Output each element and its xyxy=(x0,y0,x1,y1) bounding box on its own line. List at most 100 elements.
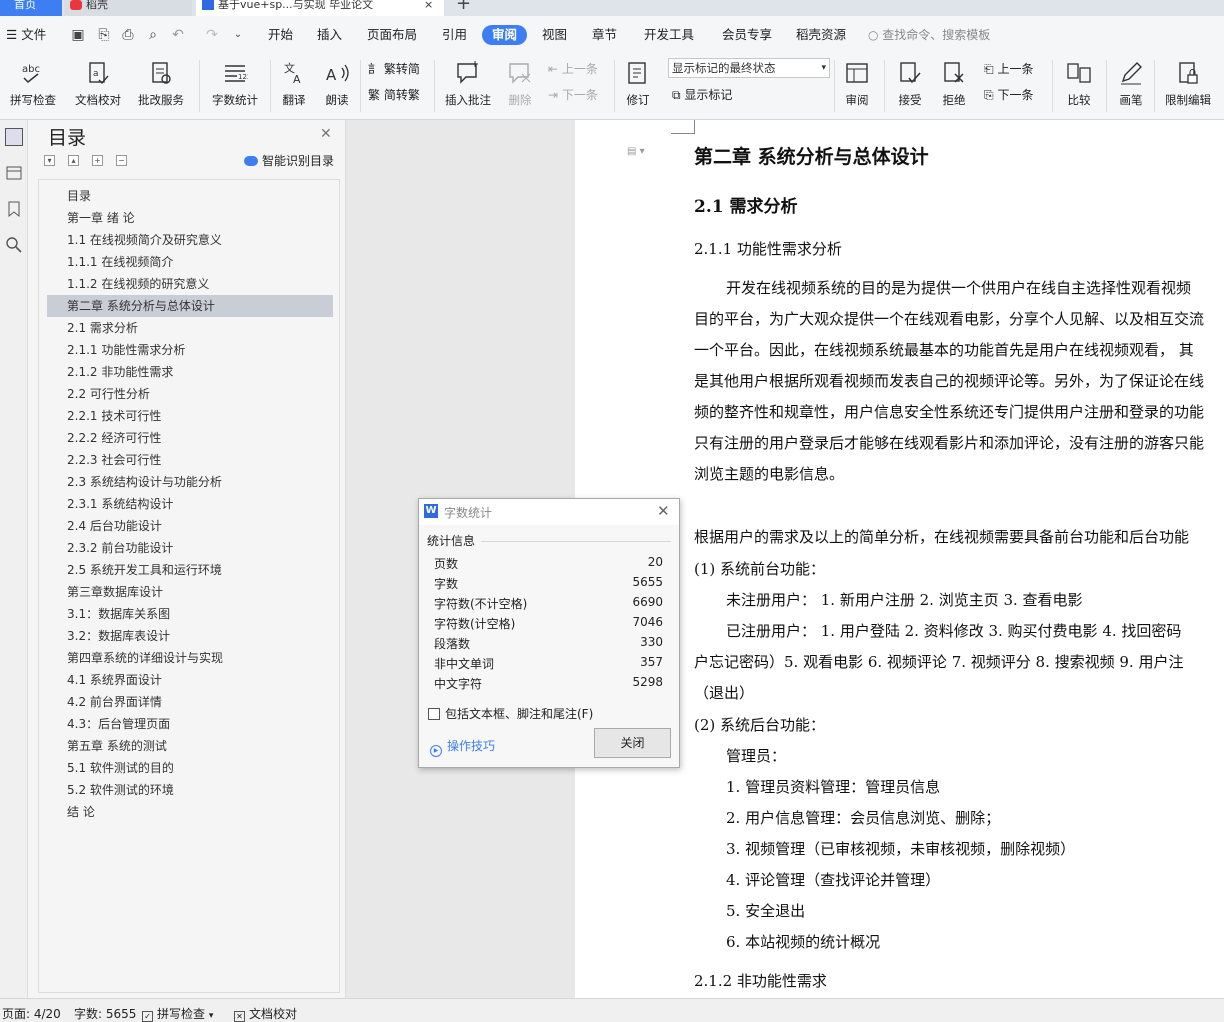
redo-icon[interactable]: ↷ xyxy=(204,27,220,43)
show-markup-button[interactable]: ⧉ 显示标记 xyxy=(672,86,732,104)
trad-to-simp-button[interactable]: 訁 繁转简 xyxy=(368,60,420,78)
toc-item[interactable]: 2.3.1 系统结构设计 xyxy=(47,493,333,515)
toc-item[interactable]: 2.3.2 前台功能设计 xyxy=(47,537,333,559)
close-icon[interactable]: ✕ xyxy=(320,126,332,142)
toc-item[interactable]: 2.4 后台功能设计 xyxy=(47,515,333,537)
review-pane-button[interactable]: 审阅 xyxy=(838,60,876,108)
menu-chapter[interactable]: 章节 xyxy=(592,25,617,45)
smart-toc-button[interactable]: 智能识别目录 xyxy=(244,152,334,169)
chapter-nav-icon[interactable] xyxy=(5,164,23,182)
chapter-heading: 第二章 系统分析与总体设计 xyxy=(694,142,929,169)
file-menu[interactable]: ☰ 文件 xyxy=(6,25,46,45)
tips-link[interactable]: ▶操作技巧 xyxy=(430,737,495,757)
toc-item[interactable]: 5.2 软件测试的环境 xyxy=(47,779,333,801)
collapse-all-icon[interactable]: ▾ xyxy=(44,155,55,166)
toc-item[interactable]: 第五章 系统的测试 xyxy=(47,735,333,757)
toc-item[interactable]: 3.1：数据库关系图 xyxy=(47,603,333,625)
toc-item[interactable]: 1.1.1 在线视频简介 xyxy=(47,251,333,273)
print-icon[interactable]: ⎙ xyxy=(120,27,136,43)
revise-button[interactable]: 修订 xyxy=(620,60,656,108)
menu-references[interactable]: 引用 xyxy=(442,25,467,45)
toc-panel-icon[interactable] xyxy=(5,128,23,146)
menu-daoke-resources[interactable]: 稻壳资源 xyxy=(796,25,846,45)
toc-item[interactable]: 3.2：数据库表设计 xyxy=(47,625,333,647)
toc-item[interactable]: 结 论 xyxy=(47,801,333,823)
toc-item[interactable]: 4.3：后台管理页面 xyxy=(47,713,333,735)
markup-mode-select[interactable]: 显示标记的最终状态▾ xyxy=(668,58,830,78)
simp-to-trad-button[interactable]: 繁 简转繁 xyxy=(368,86,420,104)
toc-item[interactable]: 第二章 系统分析与总体设计 xyxy=(47,295,333,317)
next-comment-button[interactable]: ⇥ 下一条 xyxy=(548,86,598,104)
paragraph-handle-icon[interactable]: ▤ ▾ xyxy=(627,146,649,160)
print-preview-icon[interactable]: ⌕ xyxy=(145,27,161,43)
toc-item[interactable]: 4.1 系统界面设计 xyxy=(47,669,333,691)
toc-item[interactable]: 2.2.2 经济可行性 xyxy=(47,427,333,449)
menu-insert[interactable]: 插入 xyxy=(317,25,342,45)
accept-button[interactable]: 接受 xyxy=(892,60,928,108)
read-aloud-button[interactable]: A 朗读 xyxy=(320,60,354,108)
toc-item[interactable]: 2.5 系统开发工具和运行环境 xyxy=(47,559,333,581)
include-notes-checkbox[interactable]: 包括文本框、脚注和尾注(F) xyxy=(428,705,593,722)
stat-value: 330 xyxy=(640,635,663,649)
new-tab-button[interactable]: + xyxy=(450,0,474,16)
tab-close-icon[interactable]: × xyxy=(424,0,433,10)
toc-item[interactable]: 2.2.3 社会可行性 xyxy=(47,449,333,471)
pen-button[interactable]: 画笔 xyxy=(1114,60,1148,108)
tab-daoke[interactable]: 稻壳 xyxy=(64,0,192,16)
doc-proof-button[interactable]: a 文档校对 xyxy=(70,60,126,108)
quick-access-more-icon[interactable]: ⌄ xyxy=(230,27,246,43)
prev-comment-button[interactable]: ⇤ 上一条 xyxy=(548,60,598,78)
toc-item[interactable]: 4.2 前台界面详情 xyxy=(47,691,333,713)
close-button[interactable]: 关闭 xyxy=(594,728,671,758)
compare-button[interactable]: 比较 xyxy=(1060,60,1098,108)
command-search[interactable]: ○ 查找命令、搜索模板 xyxy=(868,25,1028,45)
toc-item[interactable]: 第一章 绪 论 xyxy=(47,207,333,229)
menu-review[interactable]: 审阅 xyxy=(482,25,527,45)
spell-check-status[interactable]: ✓拼写检查 ▾ xyxy=(142,1005,213,1022)
menu-page-layout[interactable]: 页面布局 xyxy=(367,25,417,45)
registered-user-line: 已注册用户： 1. 用户登陆 2. 资料修改 3. 购买付费电影 4. 找回密码 xyxy=(726,620,1181,641)
add-heading-icon[interactable]: + xyxy=(92,155,103,166)
next-change-button[interactable]: ⎘ 下一条 xyxy=(984,86,1033,104)
word-count-button[interactable]: 123 字数统计 xyxy=(208,60,262,108)
menu-view[interactable]: 视图 xyxy=(542,25,567,45)
spell-check-button[interactable]: abc 拼写检查 xyxy=(4,60,62,108)
toc-item[interactable]: 5.1 软件测试的目的 xyxy=(47,757,333,779)
insert-comment-button[interactable]: 插入批注 xyxy=(442,60,494,108)
toc-item[interactable]: 2.1.1 功能性需求分析 xyxy=(47,339,333,361)
toc-item[interactable]: 第三章数据库设计 xyxy=(47,581,333,603)
translate-button[interactable]: 文A 翻译 xyxy=(276,60,312,108)
close-icon[interactable]: ✕ xyxy=(657,502,670,520)
toc-item[interactable]: 1.1.2 在线视频的研究意义 xyxy=(47,273,333,295)
lock-icon xyxy=(1175,60,1201,86)
writer-doc-icon xyxy=(202,0,214,10)
batch-service-button[interactable]: 批改服务 xyxy=(132,60,190,108)
toc-item[interactable]: 2.3 系统结构设计与功能分析 xyxy=(47,471,333,493)
find-icon[interactable] xyxy=(5,236,23,254)
word-count-indicator[interactable]: 字数: 5655 xyxy=(74,1005,136,1022)
tab-document[interactable]: 基于vue+sp...与实现 毕业论文× xyxy=(196,0,444,16)
toc-item[interactable]: 2.2.1 技术可行性 xyxy=(47,405,333,427)
bookmark-icon[interactable] xyxy=(5,200,23,218)
menu-member[interactable]: 会员专享 xyxy=(722,25,772,45)
reject-button[interactable]: 拒绝 xyxy=(936,60,972,108)
toc-item[interactable]: 2.1.2 非功能性需求 xyxy=(47,361,333,383)
tab-home[interactable]: 首页 xyxy=(0,0,62,16)
delete-comment-button[interactable]: 删除 xyxy=(502,60,538,108)
toc-item[interactable]: 第四章系统的详细设计与实现 xyxy=(47,647,333,669)
export-pdf-icon[interactable]: ⎘ xyxy=(96,27,112,43)
doc-proof-status[interactable]: ✕文档校对 xyxy=(234,1005,297,1022)
save-icon[interactable]: ▣ xyxy=(70,27,86,43)
toc-item[interactable]: 2.2 可行性分析 xyxy=(47,383,333,405)
menu-start[interactable]: 开始 xyxy=(268,25,293,45)
toc-item[interactable]: 1.1 在线视频简介及研究意义 xyxy=(47,229,333,251)
expand-level-icon[interactable]: ▴ xyxy=(68,155,79,166)
menu-developer[interactable]: 开发工具 xyxy=(644,25,694,45)
prev-change-button[interactable]: ⎗ 上一条 xyxy=(984,60,1033,78)
page-indicator[interactable]: 页面: 4/20 xyxy=(2,1005,61,1022)
toc-item[interactable]: 2.1 需求分析 xyxy=(47,317,333,339)
undo-icon[interactable]: ↶ xyxy=(170,27,186,43)
restrict-edit-button[interactable]: 限制编辑 xyxy=(1160,60,1216,108)
remove-heading-icon[interactable]: − xyxy=(116,155,127,166)
toc-item[interactable]: 目录 xyxy=(47,185,333,207)
